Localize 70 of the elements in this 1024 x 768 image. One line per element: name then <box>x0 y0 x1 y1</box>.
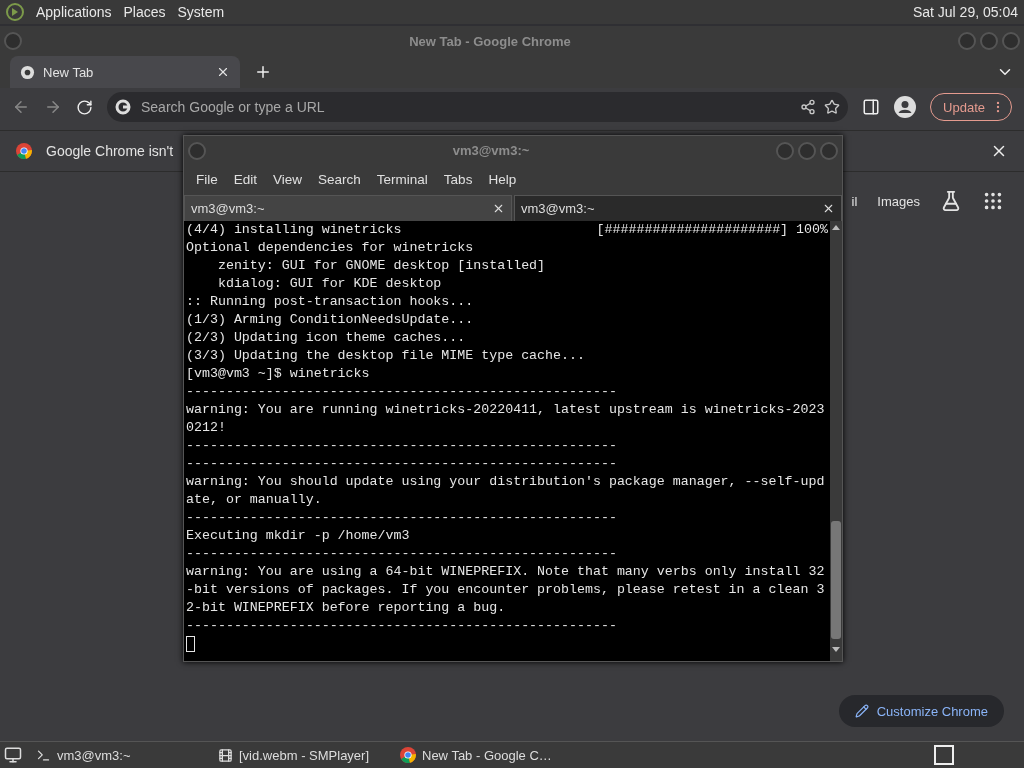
terminal-line: Optional dependencies for winetricks <box>186 239 474 257</box>
google-g-icon <box>115 99 131 115</box>
customize-button[interactable]: Customize Chrome <box>838 695 1004 727</box>
terminal-line: ------------------------------------------------------ <box>186 437 617 455</box>
terminal-line: ------------------------------------------------------ <box>186 509 617 527</box>
terminal-line: :: Running post-transaction hooks... <box>186 293 474 311</box>
browser-logo-icon <box>400 747 416 763</box>
terminal-line: zenity: GUI for GNOME desktop [installed] <box>216 257 546 275</box>
ntp-link[interactable]: Images <box>877 193 920 209</box>
terminal-line: (3/3) Updating the desktop file MIME type cache... <box>186 347 585 365</box>
terminal-line: [vm3@vm3 ~]$ winetricks <box>186 365 370 383</box>
forward-icon[interactable] <box>44 98 62 116</box>
menu-item[interactable]: Search <box>310 172 369 188</box>
panel-menu[interactable]: System <box>177 4 225 20</box>
film-icon <box>218 747 233 763</box>
new-tab-icon[interactable] <box>254 63 272 81</box>
window-title: vm3@vm3:~ <box>451 143 531 159</box>
app-menu-icon[interactable] <box>6 3 24 21</box>
close-icon[interactable] <box>216 65 230 79</box>
panel-menu[interactable]: Applications <box>36 4 112 20</box>
ntp-link[interactable]: il <box>851 193 858 209</box>
show-desktop-icon[interactable] <box>4 746 22 764</box>
infobar-message: Google Chrome isn't <box>46 143 174 159</box>
terminal-line: (2/3) Updating icon theme caches... <box>186 329 466 347</box>
terminal-tab[interactable]: vm3@vm3:~ <box>514 194 842 221</box>
terminal-line: ate, or manually. <box>186 491 322 509</box>
side-panel-icon[interactable] <box>862 98 881 116</box>
profile-avatar-icon[interactable] <box>894 96 917 118</box>
menu-item[interactable]: Terminal <box>368 172 436 188</box>
back-icon[interactable] <box>12 98 30 116</box>
window-title: New Tab - Google Chrome <box>408 33 572 49</box>
terminal-line: warning: You should update using your distribution's package manager, --self-upd <box>186 473 825 491</box>
taskbar-item[interactable]: New Tab - Google C… <box>392 747 560 763</box>
menu-item[interactable]: Tabs <box>435 172 481 188</box>
terminal-line: ------------------------------------------------------ <box>186 545 617 563</box>
apps-grid-icon[interactable] <box>982 190 1004 212</box>
browser-tab[interactable]: New Tab <box>10 56 240 88</box>
terminal-line: warning: You are using a 64-bit WINEPREFIX. Note that many verbs only install 32 <box>186 563 825 581</box>
terminal-icon <box>36 747 51 763</box>
reload-icon[interactable] <box>76 98 93 116</box>
panel-menu[interactable]: Places <box>123 4 166 20</box>
terminal-line: warning: You are running winetricks-20220411, latest upstream is winetricks-2023 <box>186 401 825 419</box>
terminal-line: ------------------------------------------------------ <box>186 617 617 635</box>
flask-icon[interactable] <box>940 190 962 212</box>
terminal-line: ------------------------------------------------------ <box>186 383 617 401</box>
workspace-switcher-icon[interactable] <box>934 745 954 765</box>
menu-item[interactable]: View <box>265 172 311 188</box>
terminal-line: -bit versions of packages. If you encounter problems, please retest in a clean 3 <box>186 581 825 599</box>
share-icon[interactable] <box>800 99 817 115</box>
terminal-line: (4/4) installing winetricks <box>186 221 402 239</box>
browser-logo-icon <box>16 143 32 159</box>
menu-item[interactable]: File <box>188 172 226 188</box>
menu-item[interactable]: Help <box>480 172 525 188</box>
taskbar-item[interactable]: [vid.webm - SMPlayer] <box>210 747 386 763</box>
menu-item[interactable]: Edit <box>225 172 266 188</box>
clock: Sat Jul 29, 05:04 <box>912 4 1018 20</box>
terminal-line: (1/3) Arming ConditionNeedsUpdate... <box>186 311 474 329</box>
pencil-icon <box>854 704 869 718</box>
terminal-line: kdialog: GUI for KDE desktop <box>216 275 442 293</box>
text-cursor <box>186 636 195 652</box>
address-field[interactable]: Search Google or type a URL <box>139 98 793 116</box>
terminal-line: ------------------------------------------------------ <box>186 455 617 473</box>
progress-status: [######################] 100% <box>596 221 828 239</box>
terminal-line: 0212! <box>186 419 226 437</box>
terminal-tab[interactable]: vm3@vm3:~ <box>184 194 512 221</box>
taskbar-item[interactable]: vm3@vm3:~ <box>28 747 204 763</box>
terminal-line: 2-bit WINEPREFIX before reporting a bug. <box>186 599 506 617</box>
star-icon[interactable] <box>824 99 841 115</box>
terminal-line: Executing mkdir -p /home/vm3 <box>186 527 410 545</box>
address-bar[interactable]: Search Google or type a URL <box>107 92 849 122</box>
